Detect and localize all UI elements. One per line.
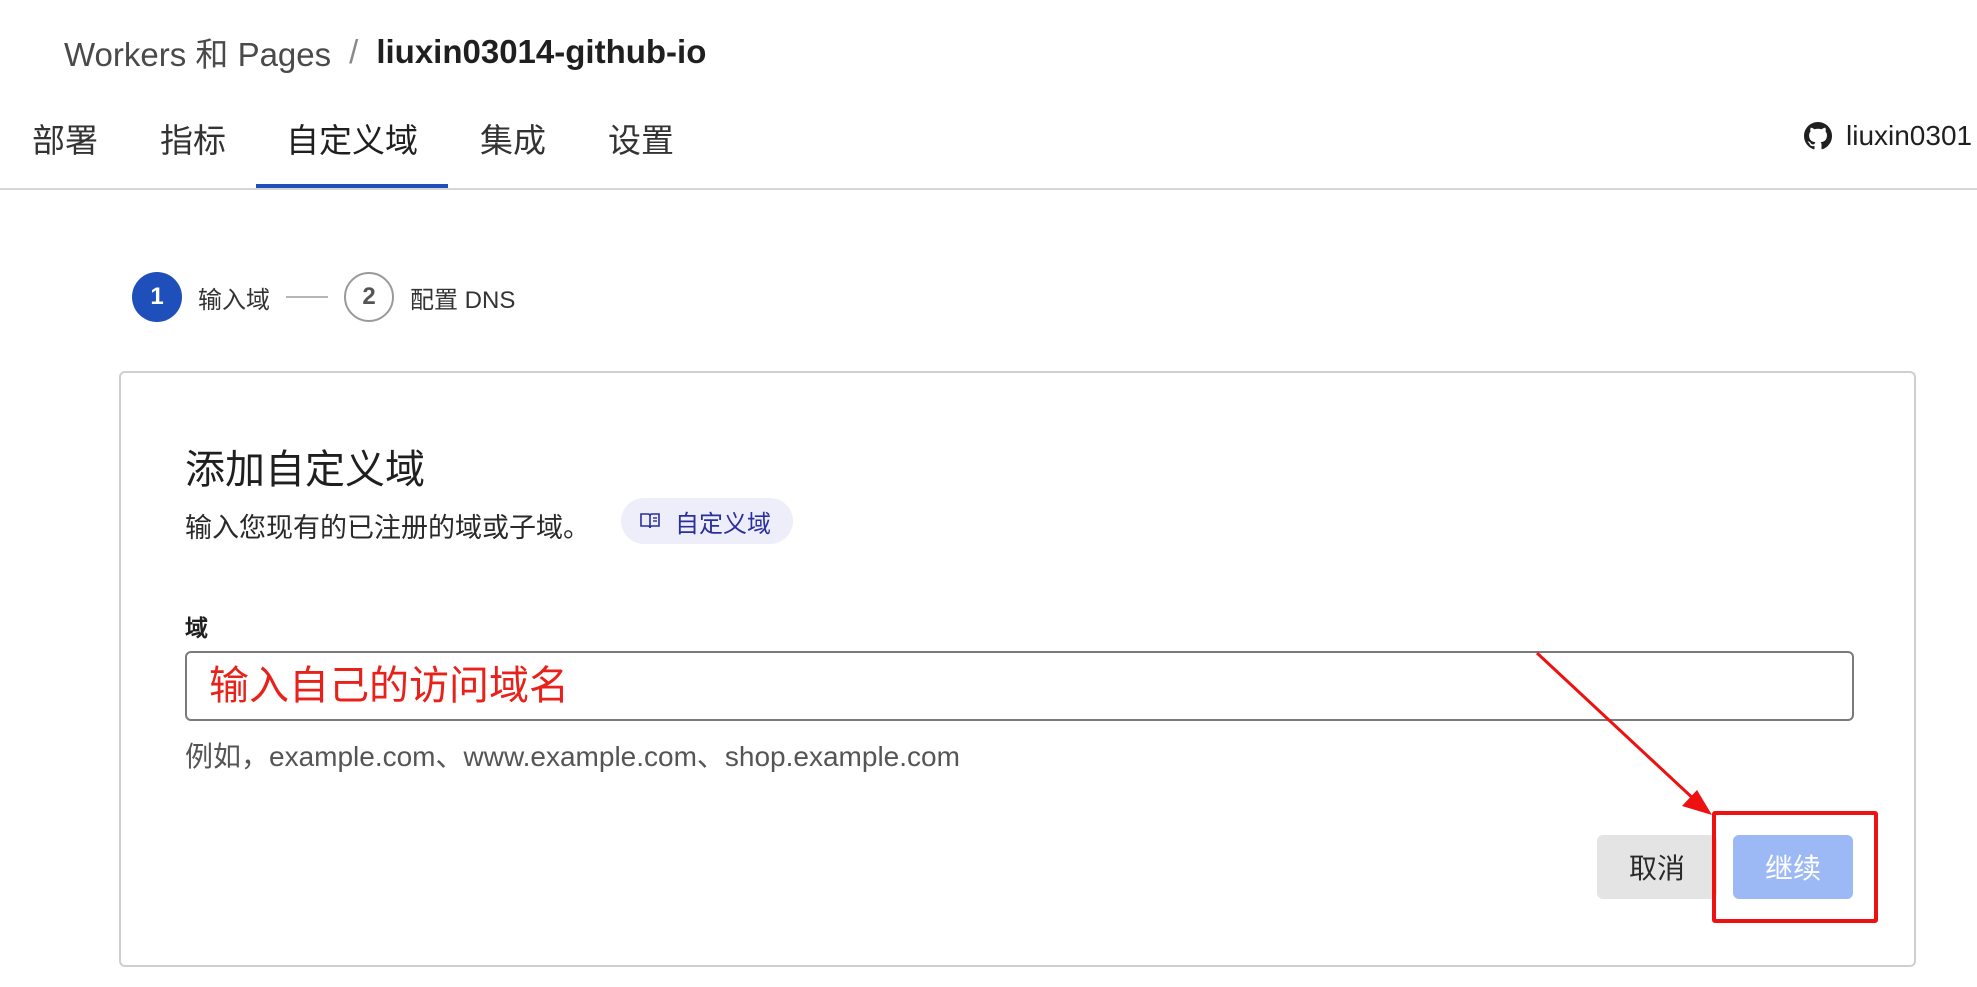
cancel-button[interactable]: 取消 xyxy=(1597,835,1717,899)
tab-deployments[interactable]: 部署 xyxy=(30,110,100,188)
breadcrumb: Workers 和 Pages / liuxin03014-github-io xyxy=(64,30,706,74)
docs-link-label: 自定义域 xyxy=(675,510,771,538)
github-username: liuxin0301 xyxy=(1846,120,1973,151)
add-custom-domain-card: 添加自定义域 输入您现有的已注册的域或子域。 自定义域 域 例如，example… xyxy=(119,371,1916,967)
card-title: 添加自定义域 xyxy=(185,448,425,492)
github-icon xyxy=(1804,122,1832,150)
github-user[interactable]: liuxin0301 xyxy=(1804,120,1972,152)
breadcrumb-current: liuxin03014-github-io xyxy=(376,33,707,70)
tab-settings[interactable]: 设置 xyxy=(606,110,676,188)
card-description: 输入您现有的已注册的域或子域。 xyxy=(185,513,590,543)
wizard-steps: 1 输入域 2 配置 DNS xyxy=(132,270,515,324)
tabs-divider xyxy=(0,188,1977,190)
breadcrumb-parent-link[interactable]: Workers 和 Pages xyxy=(64,28,331,76)
tab-integrations[interactable]: 集成 xyxy=(478,110,548,188)
step-connector xyxy=(286,296,328,298)
domain-input[interactable] xyxy=(185,651,1854,721)
step-1-indicator: 1 xyxy=(132,272,182,322)
domain-hint: 例如，example.com、www.example.com、shop.exam… xyxy=(185,741,960,772)
domain-field-label: 域 xyxy=(185,615,208,641)
tab-metrics[interactable]: 指标 xyxy=(158,110,228,188)
docs-link-custom-domains[interactable]: 自定义域 xyxy=(621,498,793,544)
tab-bar: 部署 指标 自定义域 集成 设置 xyxy=(0,110,1977,190)
step-1-label: 输入域 xyxy=(198,286,270,314)
tab-custom-domains[interactable]: 自定义域 xyxy=(256,110,448,188)
step-2-label: 配置 DNS xyxy=(410,286,516,314)
breadcrumb-separator: / xyxy=(349,33,359,70)
book-icon xyxy=(640,513,660,529)
continue-button[interactable]: 继续 xyxy=(1733,835,1853,899)
step-2-indicator: 2 xyxy=(344,272,394,322)
